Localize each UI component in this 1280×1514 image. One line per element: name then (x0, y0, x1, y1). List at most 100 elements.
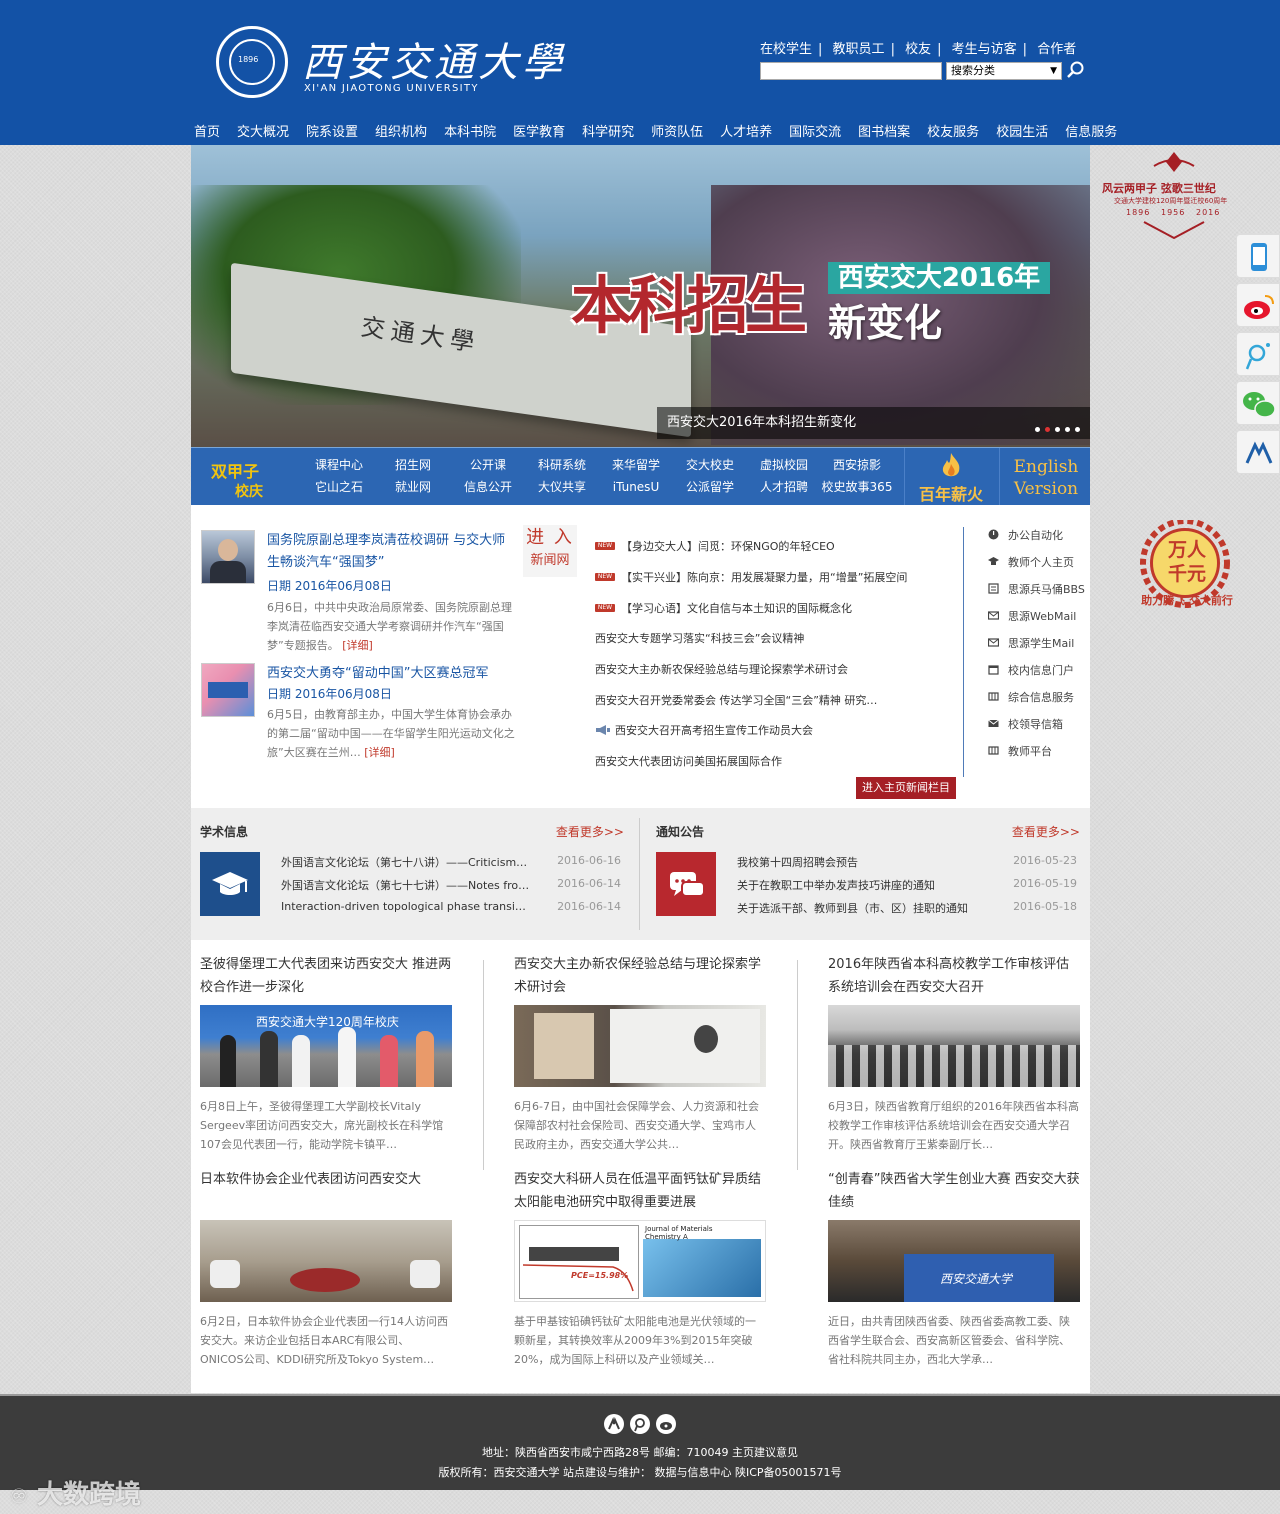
quicklink[interactable]: 信息公开 (448, 478, 528, 500)
news-card-title[interactable]: 2016年陕西省本科高校教学工作审核评估系统培训会在西安交大召开 (828, 953, 1080, 999)
nav-schools[interactable]: 院系设置 (306, 121, 358, 141)
search-button[interactable] (1066, 60, 1086, 80)
service-link-bbs[interactable]: 思源兵马俑BBS (964, 581, 1085, 608)
search-input[interactable] (760, 62, 942, 80)
news-card-image[interactable]: PCE=15.98% Journal of Materials Chemistr… (514, 1220, 766, 1302)
quicklink[interactable]: 招生网 (373, 456, 453, 478)
toplink-alumni[interactable]: 校友 (905, 42, 931, 57)
list-item[interactable]: Interaction-driven topological phase tra… (281, 900, 621, 923)
quicklink[interactable]: 来华留学 (596, 456, 676, 478)
quicklink[interactable]: 西安掠影 (817, 456, 897, 478)
nav-education[interactable]: 人才培养 (720, 121, 772, 141)
news-card-title[interactable]: 圣彼得堡理工大代表团来访西安交大 推进两校合作进一步深化 (200, 953, 452, 999)
service-link-webmail[interactable]: 思源WebMail (964, 608, 1084, 635)
news-thumbnail[interactable] (201, 663, 255, 717)
donation-badge[interactable]: 万人千元 助力腾飞 交大前行 (1128, 520, 1246, 620)
service-link-teacher-home[interactable]: 教师个人主页 (964, 554, 1084, 581)
nav-library[interactable]: 图书档案 (858, 121, 910, 141)
nav-international[interactable]: 国际交流 (789, 121, 841, 141)
news-card-title[interactable]: 西安交大科研人员在低温平面钙钛矿异质结太阳能电池研究中取得重要进展 (514, 1168, 766, 1214)
anniversary-badge[interactable]: 风云两甲子 弦歌三世纪 交通大学建校120周年暨迁校60周年 1896 1956… (1094, 150, 1254, 240)
service-link-mailbox[interactable]: 校领导信箱 (964, 716, 1084, 743)
nav-faculty[interactable]: 师资队伍 (651, 121, 703, 141)
nav-colleges[interactable]: 本科书院 (444, 121, 496, 141)
enter-news-column-button[interactable]: 进入主页新闻栏目 (856, 777, 956, 799)
weibo-button[interactable] (1236, 283, 1280, 327)
renren-button[interactable] (1236, 430, 1280, 474)
quicklink[interactable]: 公开课 (448, 456, 528, 478)
quicklink[interactable]: 它山之石 (299, 478, 379, 500)
english-version-link[interactable]: English Version (1006, 456, 1086, 500)
notice-more-link[interactable]: 查看更多>> (1012, 823, 1080, 840)
nav-home[interactable]: 首页 (194, 121, 220, 141)
service-link-info-service[interactable]: 综合信息服务 (964, 689, 1084, 716)
banner-dot[interactable] (1075, 427, 1080, 432)
mobile-site-button[interactable] (1236, 234, 1280, 278)
featured-news-more-link[interactable]: [详细] (364, 746, 395, 759)
nav-research[interactable]: 科学研究 (582, 121, 634, 141)
list-item[interactable]: 关于选派干部、教师到县（市、区）挂职的通知 2016-05-18 (737, 900, 1077, 923)
wechat-button[interactable] (1236, 381, 1280, 425)
banner-dot[interactable] (1035, 427, 1040, 432)
list-item[interactable]: 外国语言文化论坛（第七十八讲）——Criticism… 2016-06-16 (281, 854, 621, 877)
quicklink[interactable]: 大仪共享 (522, 478, 602, 500)
tencent-weibo-icon[interactable] (630, 1414, 650, 1434)
list-item[interactable]: NEW 【学习心语】文化自信与本土知识的国际概念化 (595, 592, 955, 623)
service-link-student-mail[interactable]: 思源学生Mail (964, 635, 1084, 662)
quicklink[interactable]: 公派留学 (670, 478, 750, 500)
search-category-select[interactable]: 搜索分类 ▼ (946, 62, 1062, 80)
service-link-oa[interactable]: 办公自动化 (964, 527, 1084, 554)
featured-news-more-link[interactable]: [详细] (342, 639, 373, 652)
news-site-link[interactable]: 进 入 新闻网 (523, 525, 577, 577)
centennial-link[interactable]: 百年薪火 (904, 448, 1000, 506)
tencent-weibo-button[interactable] (1236, 332, 1280, 376)
featured-news-title[interactable]: 国务院原副总理李岚清莅校调研 与交大师生畅谈汽车“强国梦” (267, 530, 517, 574)
list-item[interactable]: 西安交大专题学习落实“科技三会”会议精神 (595, 623, 955, 654)
news-card-image[interactable]: 西安交通大学120周年校庆 (200, 1005, 452, 1087)
toplink-staff[interactable]: 教职员工 (833, 42, 885, 57)
renren-icon[interactable] (604, 1414, 624, 1434)
quicklink[interactable]: 人才招聘 (744, 478, 824, 500)
news-card-image[interactable] (514, 1005, 766, 1087)
quicklink[interactable]: 交大校史 (670, 456, 750, 478)
toplink-visitors[interactable]: 考生与访客 (952, 42, 1017, 57)
list-item[interactable]: NEW 【实干兴业】陈向京：用发展凝聚力量，用“增量”拓展空间 (595, 562, 955, 593)
toplink-partners[interactable]: 合作者 (1037, 42, 1076, 57)
quicklink[interactable]: 就业网 (373, 478, 453, 500)
quicklink[interactable]: 课程中心 (299, 456, 379, 478)
academic-more-link[interactable]: 查看更多>> (556, 823, 624, 840)
nav-overview[interactable]: 交大概况 (237, 121, 289, 141)
list-item[interactable]: 西安交大召开党委常委会 传达学习全国“三会”精神 研究… (595, 684, 955, 715)
news-card-title[interactable]: “创青春”陕西省大学生创业大赛 西安交大获佳绩 (828, 1168, 1080, 1214)
service-link-portal[interactable]: 校内信息门户 (964, 662, 1084, 689)
nav-organization[interactable]: 组织机构 (375, 121, 427, 141)
banner-dot[interactable] (1055, 427, 1060, 432)
banner-dot[interactable] (1045, 427, 1050, 432)
nav-info-services[interactable]: 信息服务 (1065, 121, 1117, 141)
quicklink[interactable]: 校史故事365 (817, 478, 897, 500)
nav-medical[interactable]: 医学教育 (513, 121, 565, 141)
news-card-title[interactable]: 日本软件协会企业代表团访问西安交大 (200, 1168, 452, 1214)
list-item[interactable]: 西安交大召开高考招生宣传工作动员大会 (595, 715, 955, 746)
service-link-teacher-platform[interactable]: 教师平台 (964, 743, 1084, 770)
banner-caption[interactable]: 西安交大2016年本科招生新变化 (657, 407, 1090, 439)
quicklink[interactable]: 科研系统 (522, 456, 602, 478)
hero-banner[interactable]: 交通大學 本科招生 西安交大2016年 新变化 西安交大2016年本科招生新变化 (191, 145, 1090, 447)
list-item[interactable]: 关于在教职工中举办发声技巧讲座的通知 2016-05-19 (737, 877, 1077, 900)
weibo-icon[interactable] (656, 1414, 676, 1434)
nav-alumni[interactable]: 校友服务 (927, 121, 979, 141)
list-item[interactable]: 我校第十四周招聘会预告 2016-05-23 (737, 854, 1077, 877)
list-item[interactable]: 西安交大主办新农保经验总结与理论探索学术研讨会 (595, 654, 955, 685)
anniversary-link[interactable]: 双甲子 校庆 (191, 448, 293, 506)
news-card-image[interactable] (200, 1220, 452, 1302)
university-logo[interactable]: 1896 西安交通大學 XI'AN JIAOTONG UNIVERSITY (216, 26, 562, 102)
list-item[interactable]: NEW 【身边交大人】闫觅：环保NGO的年轻CEO (595, 531, 955, 562)
news-card-image[interactable]: 西安交通大学 (828, 1220, 1080, 1302)
news-card-title[interactable]: 西安交大主办新农保经验总结与理论探索学术研讨会 (514, 953, 766, 999)
list-item[interactable]: 外国语言文化论坛（第七十七讲）——Notes fro… 2016-06-14 (281, 877, 621, 900)
quicklink[interactable]: 虚拟校园 (744, 456, 824, 478)
news-card-image[interactable] (828, 1005, 1080, 1087)
quicklink[interactable]: iTunesU (596, 478, 676, 500)
list-item[interactable]: 西安交大代表团访问美国拓展国际合作 (595, 746, 955, 777)
nav-campus-life[interactable]: 校园生活 (996, 121, 1048, 141)
